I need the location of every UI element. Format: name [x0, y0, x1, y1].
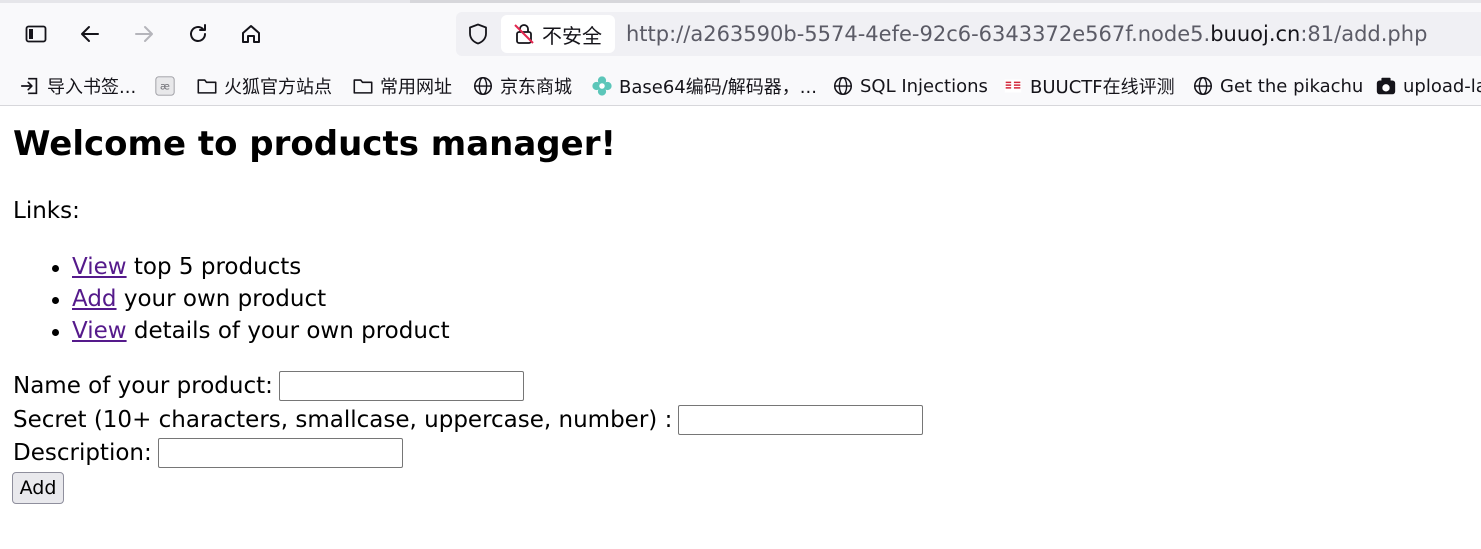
svg-text:æ: æ	[160, 82, 170, 93]
bookmark-label: Base64编码/解码器，...	[619, 77, 817, 98]
bookmark-label: 火狐官方站点	[224, 77, 332, 98]
name-row: Name of your product:	[13, 371, 524, 401]
url-domain: buuoj.cn	[1210, 22, 1301, 46]
url-prefix: http://a263590b-5574-4efe-92c6-6343372e5…	[626, 22, 1211, 46]
page-title: Welcome to products manager!	[13, 124, 616, 164]
globe-icon	[473, 76, 493, 96]
bookmark-buuctf[interactable]: BUUCTF在线评测	[1002, 67, 1175, 105]
bookmark-label: upload-la	[1403, 75, 1481, 97]
description-row: Description:	[13, 438, 403, 468]
bookmark-label: 京东商城	[500, 77, 572, 98]
reload-button[interactable]	[181, 17, 215, 51]
insecure-lock-icon	[514, 24, 534, 44]
add-product-link[interactable]: Add	[72, 286, 117, 312]
browser-toolbar: 不安全 http://a263590b-5574-4efe-92c6-63433…	[0, 0, 1481, 67]
add-button[interactable]: Add	[12, 472, 64, 504]
url-suffix: :81/add.php	[1300, 22, 1428, 46]
bookmark-import[interactable]: 导入书签...	[19, 67, 136, 105]
page-content: Welcome to products manager! Links: View…	[0, 106, 1481, 549]
link-description: details of your own product	[126, 318, 450, 344]
sidebar-toggle-button[interactable]	[19, 17, 53, 51]
bookmark-base64[interactable]: Base64编码/解码器，...	[591, 67, 817, 105]
description-label: Description:	[13, 440, 152, 466]
bookmarks-toolbar: 导入书签... æ 火狐官方站点 常用网址 京东商城 Base64编码/解码器，…	[0, 67, 1481, 106]
link-description: top 5 products	[126, 254, 302, 280]
forward-button[interactable]	[127, 17, 161, 51]
ae-icon: æ	[155, 76, 175, 96]
import-icon	[20, 77, 38, 95]
forward-icon	[135, 26, 153, 42]
bookmark-label: BUUCTF在线评测	[1030, 77, 1175, 98]
view-product-details-link[interactable]: View	[72, 318, 127, 344]
product-name-input[interactable]	[278, 371, 524, 401]
url-text[interactable]: http://a263590b-5574-4efe-92c6-6343372e5…	[626, 12, 1427, 56]
description-input[interactable]	[157, 438, 403, 468]
secret-label: Secret (10+ characters, smallcase, upper…	[13, 407, 673, 433]
links-list: View top 5 products Add your own product…	[0, 251, 450, 347]
upload-icon	[1376, 77, 1396, 95]
flower-icon	[592, 76, 612, 96]
bookmark-pikachu[interactable]: Get the pikachu	[1192, 67, 1363, 105]
active-tab-indicator	[410, 0, 740, 3]
bookmark-label: Get the pikachu	[1220, 75, 1364, 97]
home-button[interactable]	[234, 17, 268, 51]
buuctf-icon	[1004, 79, 1022, 93]
bookmark-label: 导入书签...	[47, 77, 137, 98]
view-top-products-link[interactable]: View	[72, 254, 127, 280]
folder-icon	[353, 79, 373, 94]
browser-chrome: 不安全 http://a263590b-5574-4efe-92c6-63433…	[0, 0, 1481, 106]
site-security-indicator[interactable]: 不安全	[501, 15, 615, 53]
links-label: Links:	[13, 198, 80, 224]
bookmark-sql[interactable]: SQL Injections	[832, 67, 988, 105]
globe-icon	[1193, 76, 1213, 96]
url-bar[interactable]: 不安全 http://a263590b-5574-4efe-92c6-63433…	[456, 12, 1481, 56]
security-label: 不安全	[542, 23, 602, 48]
bookmark-label: SQL Injections	[860, 75, 988, 97]
secret-input[interactable]	[678, 405, 924, 435]
back-button[interactable]	[73, 17, 107, 51]
name-label: Name of your product:	[13, 373, 273, 399]
list-item: Add your own product	[0, 283, 450, 315]
shield-icon[interactable]	[466, 22, 490, 46]
link-description: your own product	[116, 286, 327, 312]
folder-icon	[197, 79, 217, 94]
sidebar-icon	[25, 25, 47, 43]
bookmark-folder-common[interactable]: 常用网址	[352, 67, 452, 105]
secret-row: Secret (10+ characters, smallcase, upper…	[13, 405, 924, 435]
reload-icon	[190, 24, 206, 42]
bookmark-ae[interactable]: æ	[154, 67, 182, 105]
bookmark-folder-firefox[interactable]: 火狐官方站点	[196, 67, 332, 105]
bookmark-jd[interactable]: 京东商城	[472, 67, 572, 105]
back-icon	[81, 26, 99, 42]
globe-icon	[833, 76, 853, 96]
bookmark-label: 常用网址	[380, 77, 452, 98]
bookmark-upload[interactable]: upload-la	[1375, 67, 1481, 105]
home-icon	[242, 25, 260, 43]
list-item: View details of your own product	[0, 315, 450, 347]
list-item: View top 5 products	[0, 251, 450, 283]
